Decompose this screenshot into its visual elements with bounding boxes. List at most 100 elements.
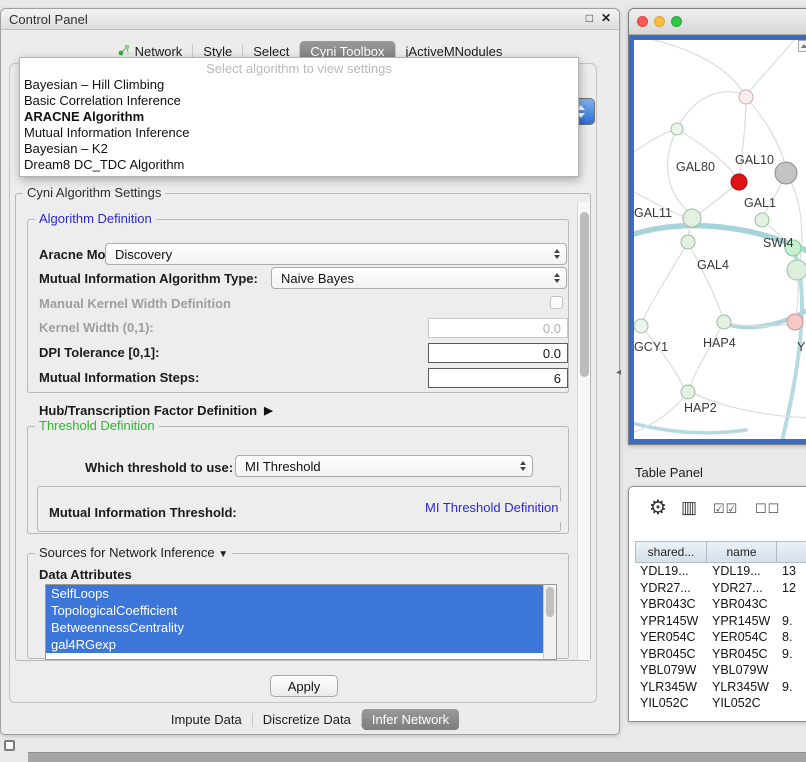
chevron-up-down-icon [520, 461, 526, 471]
gear-icon[interactable]: ⚙ [649, 495, 667, 520]
table-cell[interactable] [777, 695, 806, 712]
zoom-window-button[interactable] [671, 16, 682, 27]
table-cell[interactable]: 13 [777, 563, 806, 580]
table-cell[interactable]: YDR27... [707, 580, 777, 597]
table-cell[interactable]: YLR345W [707, 679, 777, 696]
tab-infer-network[interactable]: Infer Network [362, 709, 459, 730]
column-header-3[interactable] [777, 541, 806, 563]
table-cell[interactable] [777, 662, 806, 679]
algorithm-option-mutual-information[interactable]: Mutual Information Inference [20, 125, 578, 141]
which-threshold-select[interactable]: MI Threshold [235, 455, 533, 477]
table-cell[interactable]: YBL079W [707, 662, 777, 679]
table-cell[interactable]: YBR043C [707, 596, 777, 613]
control-panel-titlebar: Control Panel □ ✕ [1, 9, 619, 30]
kernel-width-input[interactable] [428, 318, 568, 338]
dpi-tolerance-input[interactable] [428, 343, 568, 363]
algorithm-option-dream8[interactable]: Dream8 DC_TDC Algorithm [20, 157, 578, 173]
table-cell[interactable]: YBR045C [635, 646, 707, 663]
hub-definition-toggle[interactable]: Hub/Transcription Factor Definition ▶ [39, 403, 273, 418]
attribute-item-topologicalcoefficient[interactable]: TopologicalCoefficient [46, 602, 543, 619]
chevron-up-down-icon [554, 249, 560, 259]
network-node[interactable] [681, 385, 695, 399]
column-header-shared-name[interactable]: shared... [635, 541, 707, 563]
attribute-item-betweennesscentrality[interactable]: BetweennessCentrality [46, 619, 543, 636]
algorithm-option-bayesian-hill-climbing[interactable]: Bayesian – Hill Climbing [20, 77, 578, 93]
table-cell[interactable]: YBR043C [635, 596, 707, 613]
settings-scrollbar[interactable] [577, 202, 590, 660]
table-cell[interactable]: YDL19... [707, 563, 777, 580]
table-cell[interactable]: YBL079W [635, 662, 707, 679]
attribute-item-selfloops[interactable]: SelfLoops [46, 585, 543, 602]
columns-icon[interactable]: ▥ [681, 498, 697, 518]
apply-button[interactable]: Apply [270, 675, 338, 697]
table-cell[interactable]: YLR345W [635, 679, 707, 696]
network-node[interactable] [775, 162, 797, 184]
table-cell[interactable]: YBR045C [707, 646, 777, 663]
manual-kernel-width-label: Manual Kernel Width Definition [39, 296, 231, 311]
network-node[interactable] [739, 90, 753, 104]
network-node-label: GCY1 [634, 340, 668, 354]
network-node[interactable] [671, 123, 683, 135]
dpi-tolerance-label: DPI Tolerance [0,1]: [39, 345, 159, 360]
table-cell[interactable]: 9. [777, 679, 806, 696]
mi-algorithm-type-select[interactable]: Naive Bayes [271, 267, 567, 289]
close-panel-icon[interactable]: ✕ [601, 11, 611, 25]
control-panel-window: Control Panel □ ✕ Network Style Select C… [0, 8, 620, 735]
table-cell[interactable]: YDL19... [635, 563, 707, 580]
close-window-button[interactable] [637, 16, 648, 27]
tab-impute-data[interactable]: Impute Data [161, 709, 252, 730]
mi-steps-label: Mutual Information Steps: [39, 370, 199, 385]
cyni-algorithm-settings-title: Cyni Algorithm Settings [23, 186, 165, 200]
table-cell[interactable]: YER054C [635, 629, 707, 646]
restore-panel-icon[interactable] [4, 740, 15, 751]
network-node[interactable] [681, 235, 695, 249]
attributes-scrollbar[interactable] [543, 585, 556, 659]
mi-algorithm-type-label: Mutual Information Algorithm Type: [39, 271, 258, 286]
table-cell[interactable]: 8. [777, 629, 806, 646]
mi-steps-input[interactable] [428, 368, 568, 388]
table-cell[interactable]: 12 [777, 580, 806, 597]
float-panel-icon[interactable]: □ [586, 11, 593, 25]
manual-kernel-width-checkbox[interactable] [550, 296, 563, 309]
scrollbar-up-button[interactable] [798, 40, 806, 52]
table-cell[interactable]: YPR145W [707, 613, 777, 630]
settings-scrollbar-thumb[interactable] [580, 212, 589, 377]
column-header-name[interactable]: name [707, 541, 777, 563]
table-cell[interactable]: 9. [777, 646, 806, 663]
algorithm-option-bayesian-k2[interactable]: Bayesian – K2 [20, 141, 578, 157]
network-canvas-svg[interactable]: GAL80GAL10GAL11GAL1SWI4GAL4GCY1HAP4HAP2Y [634, 40, 806, 441]
table-cell[interactable] [777, 596, 806, 613]
network-node[interactable] [787, 314, 803, 330]
network-window-titlebar[interactable] [629, 9, 806, 35]
network-node[interactable] [787, 260, 806, 280]
table-cell[interactable]: 9. [777, 613, 806, 630]
collapse-right-icon: ▶ [264, 404, 272, 417]
table-panel-title: Table Panel [635, 465, 703, 480]
data-attributes-list: SelfLoops TopologicalCoefficient Between… [45, 584, 557, 660]
network-edge [654, 40, 744, 94]
collapsed-panel-bar[interactable] [28, 752, 806, 762]
network-node[interactable] [755, 213, 769, 227]
tab-discretize-data[interactable]: Discretize Data [253, 709, 361, 730]
table-cell[interactable]: YIL052C [707, 695, 777, 712]
table-cell[interactable]: YER054C [707, 629, 777, 646]
algorithm-option-basic-correlation[interactable]: Basic Correlation Inference [20, 93, 578, 109]
table-cell[interactable]: YDR27... [635, 580, 707, 597]
select-all-icon[interactable]: ☑☑ [713, 501, 738, 517]
chevron-up-down-icon [554, 273, 560, 283]
table-cell[interactable]: YPR145W [635, 613, 707, 630]
split-collapse-icon[interactable]: ◂ [616, 367, 621, 378]
network-node[interactable] [634, 319, 648, 333]
deselect-all-icon[interactable]: ☐☐ [755, 501, 780, 517]
network-node[interactable] [683, 209, 701, 227]
network-node[interactable] [717, 315, 731, 329]
aracne-mode-select[interactable]: Discovery [105, 243, 567, 265]
algorithm-option-aracne[interactable]: ARACNE Algorithm [20, 109, 578, 125]
table-cell[interactable]: YIL052C [635, 695, 707, 712]
network-node[interactable] [731, 174, 747, 190]
sources-group-title[interactable]: Sources for Network Inference ▼ [35, 546, 232, 562]
attributes-scrollbar-thumb[interactable] [546, 587, 554, 617]
attribute-item-gal4rgexp[interactable]: gal4RGexp [46, 636, 543, 653]
minimize-window-button[interactable] [654, 16, 665, 27]
aracne-mode-value: Discovery [115, 247, 172, 262]
